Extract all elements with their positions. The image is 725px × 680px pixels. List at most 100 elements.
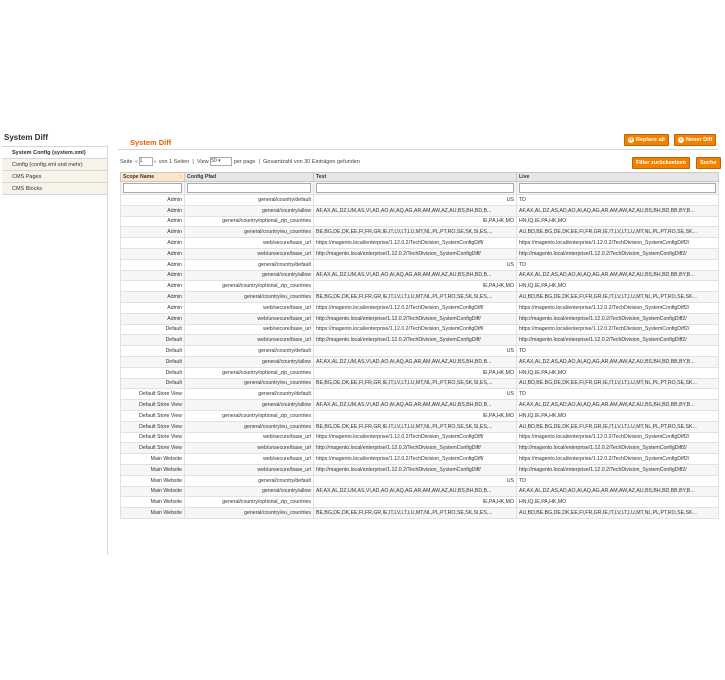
cell-scope-name: Admin <box>120 194 185 206</box>
table-row[interactable]: Default Store View web/unsecure/base_url h… <box>120 442 719 455</box>
table-row[interactable]: Main Website general/country/optional_zip… <box>120 496 719 509</box>
cell-test: IE,PA,HK,MO <box>313 409 517 422</box>
cell-config-pfad: web/secure/base_url <box>184 237 314 249</box>
sort-arrow-icon: ↑ <box>179 174 182 180</box>
cell-config-pfad: general/country/eu_countries <box>184 420 314 433</box>
table-row[interactable]: Default Store View general/country/option… <box>120 409 719 422</box>
replace-all-button[interactable]: ⟳ Replace all <box>624 134 669 146</box>
table-row[interactable]: Main Website web/secure/base_url https://m… <box>120 453 719 465</box>
column-header-test[interactable]: Test <box>313 172 517 182</box>
per-page-label: per page <box>233 159 256 165</box>
cell-scope-name: Default <box>120 377 185 390</box>
cell-config-pfad: web/unsecure/base_url <box>184 334 314 347</box>
cell-config-pfad: general/country/default <box>184 258 314 271</box>
cell-config-pfad: general/country/allow <box>184 355 314 368</box>
seite-label: Seite <box>120 159 133 165</box>
cell-config-pfad: general/country/optional_zip_countries <box>184 215 314 228</box>
cell-test: IE,PA,HK,MO <box>313 366 517 379</box>
column-header-scope-name[interactable]: Scope Name ↑ <box>120 172 185 182</box>
table-row[interactable]: Admin web/unsecure/base_url http://magento… <box>120 247 719 260</box>
cell-test: IE,PA,HK,MO <box>313 496 517 509</box>
cell-config-pfad: general/country/default <box>184 388 314 401</box>
table-row[interactable]: Default general/country/default US TD <box>120 345 719 357</box>
cell-live: AU,BD,BE,BG,DE,DK,EE,FI,FR,GR,IE,IT,LV,L… <box>516 226 719 239</box>
table-row[interactable]: Admin general/country/allow AF,AX,AL,DZ,UM… <box>120 269 719 282</box>
neuer-diff-button[interactable]: + Neuer Diff <box>674 134 717 146</box>
table-row[interactable]: Default Store View general/country/eu_cou… <box>120 420 719 433</box>
table-row[interactable]: Main Website general/country/allow AF,AX,A… <box>120 485 719 498</box>
cell-live: HN,IQ,IE,PA,HK,MO <box>516 409 719 422</box>
table-row[interactable]: Admin general/country/default US TD <box>120 194 719 206</box>
view-select-value: 50 <box>211 158 217 165</box>
table-row[interactable]: Admin web/secure/base_url https://magento.… <box>120 301 719 314</box>
column-header-config-pfad[interactable]: Config Pfad <box>184 172 314 182</box>
cell-live: AU,BD,BE,BG,DE,DK,EE,FI,FR,GR,IE,IT,LV,L… <box>516 507 719 519</box>
cell-scope-name: Main Website <box>120 474 185 487</box>
table-row[interactable]: Admin web/unsecure/base_url http://magento… <box>120 312 719 325</box>
cell-scope-name: Default <box>120 345 185 357</box>
cell-config-pfad: general/country/eu_countries <box>184 377 314 390</box>
filter-scope-input[interactable] <box>123 183 182 193</box>
table-row[interactable]: Main Website general/country/eu_countries… <box>120 507 719 519</box>
reset-filter-button[interactable]: Filter zurücksetzen <box>632 157 690 169</box>
table-row[interactable]: Admin general/country/default US TD <box>120 258 719 271</box>
cell-test: http://magento.local/enterprise/1.12.0.2… <box>313 334 517 347</box>
table-row[interactable]: Main Website general/country/default US TD <box>120 474 719 487</box>
table-row[interactable]: Default general/country/eu_countries BE,BG… <box>120 377 719 390</box>
cell-scope-name: Default <box>120 334 185 347</box>
cell-test: http://magento.local/enterprise/1.12.0.2… <box>313 247 517 260</box>
cell-test: BE,BG,DE,DK,EE,FI,FR,GR,IE,IT,LV,LT,LU,M… <box>313 377 517 390</box>
cell-scope-name: Main Website <box>120 463 185 476</box>
sidebar-item-cms-blocks[interactable]: CMS Blocks <box>2 183 107 195</box>
table-row[interactable]: Default general/country/allow AF,AX,AL,DZ,… <box>120 355 719 368</box>
table-row[interactable]: Admin general/country/eu_countries BE,BG,D… <box>120 291 719 303</box>
cell-scope-name: Admin <box>120 312 185 325</box>
table-row[interactable]: Default Store View general/country/allow A… <box>120 399 719 411</box>
table-row[interactable]: Admin web/secure/base_url https://magento.… <box>120 237 719 249</box>
cell-scope-name: Default <box>120 366 185 379</box>
cell-config-pfad: general/country/optional_zip_countries <box>184 496 314 509</box>
cell-scope-name: Default Store View <box>120 442 185 455</box>
prev-page-icon[interactable]: ◂ <box>134 157 137 167</box>
column-label: Scope Name <box>123 174 155 180</box>
table-row[interactable]: Default Store View web/secure/base_url htt… <box>120 431 719 444</box>
cell-config-pfad: general/country/allow <box>184 269 314 282</box>
replace-icon: ⟳ <box>628 136 634 143</box>
table-row[interactable]: Admin general/country/allow AF,AX,AL,DZ,UM… <box>120 204 719 217</box>
search-button[interactable]: Suche <box>696 157 721 169</box>
page-input[interactable]: 1 <box>138 157 153 167</box>
table-row[interactable]: Default web/secure/base_url https://magent… <box>120 323 719 336</box>
next-page-icon[interactable]: ▸ <box>154 157 157 167</box>
table-row[interactable]: Default Store View general/country/defaul… <box>120 388 719 401</box>
cell-scope-name: Main Website <box>120 507 185 519</box>
table-row[interactable]: Admin general/country/optional_zip_countr… <box>120 280 719 293</box>
cell-test: http://magento.local/enterprise/1.12.0.2… <box>313 463 517 476</box>
filter-live-input[interactable] <box>519 183 716 193</box>
cell-live: AU,BD,BE,BG,DE,DK,EE,FI,FR,GR,IE,IT,LV,L… <box>516 291 719 303</box>
table-row[interactable]: Default web/unsecure/base_url http://magen… <box>120 334 719 347</box>
sidebar-item-system-config[interactable]: System Config (system.xml) <box>2 147 107 159</box>
sidebar-item-config[interactable]: Config (config.xml und mehr) <box>2 159 107 171</box>
cell-scope-name: Admin <box>120 280 185 293</box>
total-count: Gesamtzahl von 30 Einträgen gefunden <box>262 159 360 165</box>
table-row[interactable]: Default general/country/optional_zip_coun… <box>120 366 719 379</box>
cell-config-pfad: general/country/allow <box>184 485 314 498</box>
view-select[interactable]: 50 ▾ <box>210 157 233 167</box>
column-header-live[interactable]: Live <box>516 172 719 182</box>
cell-scope-name: Main Website <box>120 453 185 465</box>
filter-test-input[interactable] <box>316 183 514 193</box>
table-row[interactable]: Admin general/country/eu_countries BE,BG,D… <box>120 226 719 239</box>
filter-cell <box>313 181 517 195</box>
filter-path-input[interactable] <box>187 183 311 193</box>
cell-live: TD <box>516 345 719 357</box>
cell-live: http://magento.local/enterprise/1.12.0.2… <box>516 247 719 260</box>
table-row[interactable]: Admin general/country/optional_zip_countr… <box>120 215 719 228</box>
sidebar-item-cms-pages[interactable]: CMS Pages <box>2 171 107 183</box>
cell-live: https://magento.local/enterprise/1.12.0.… <box>516 453 719 465</box>
cell-scope-name: Admin <box>120 269 185 282</box>
cell-live: http://magento.local/enterprise/1.12.0.2… <box>516 334 719 347</box>
cell-test: AF,AX,AL,DZ,UM,AS,VI,AD,AO,AI,AQ,AG,AR,A… <box>313 355 517 368</box>
cell-scope-name: Admin <box>120 247 185 260</box>
table-row[interactable]: Main Website web/unsecure/base_url http://… <box>120 463 719 476</box>
cell-config-pfad: general/country/optional_zip_countries <box>184 366 314 379</box>
